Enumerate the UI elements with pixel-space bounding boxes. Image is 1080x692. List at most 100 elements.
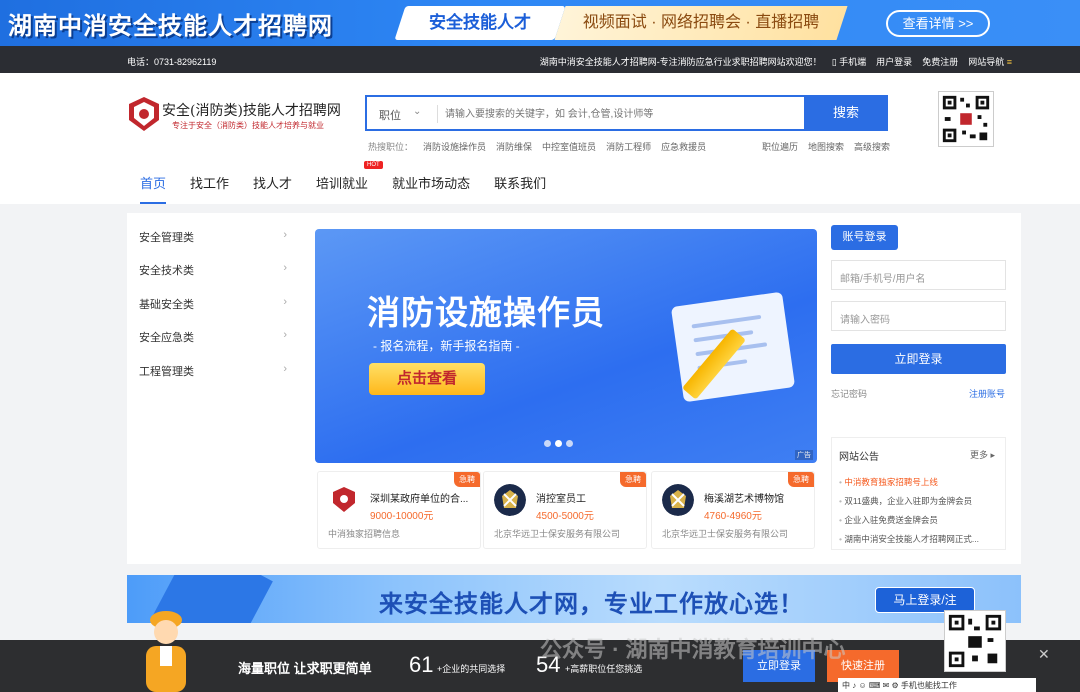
- quick-links: 职位遍历 地图搜索 高级搜索: [762, 140, 890, 153]
- free-register-link[interactable]: 免费注册: [922, 55, 958, 68]
- promo-banner-text: 来安全技能人才网，专业工作放心选！: [379, 591, 804, 618]
- carousel-headline: 消防设施操作员: [367, 294, 605, 331]
- job-title: 消控室员工: [536, 494, 586, 505]
- job-title: 深圳某政府单位的合...: [370, 494, 469, 505]
- search-category-select[interactable]: 职位: [379, 107, 401, 123]
- notice-title: 网站公告: [839, 452, 879, 463]
- category-item[interactable]: 安全应急类 ›: [139, 329, 287, 345]
- user-login-link[interactable]: 用户登录: [876, 55, 912, 68]
- carousel-dots[interactable]: [544, 440, 573, 447]
- hot-badge: HOT: [364, 161, 383, 169]
- watermark: 公众号 · 湖南中消教育培训中心: [540, 637, 846, 662]
- view-details-button[interactable]: 查看详情 >>: [886, 10, 990, 37]
- company-logo-icon: [662, 484, 694, 516]
- carousel-dot[interactable]: [566, 440, 573, 447]
- notice-more-link[interactable]: 更多 ▸: [970, 448, 995, 461]
- nav-market-news[interactable]: 就业市场动态: [392, 173, 470, 204]
- chevron-right-icon: ›: [283, 229, 287, 241]
- hot-job-link[interactable]: 消防维保: [496, 140, 532, 153]
- category-item[interactable]: 安全管理类 ›: [139, 229, 287, 245]
- category-item[interactable]: 安全技术类 ›: [139, 262, 287, 278]
- job-salary: 4760-4960元: [704, 511, 762, 522]
- category-item[interactable]: 基础安全类 ›: [139, 296, 287, 312]
- chevron-right-icon: ›: [283, 296, 287, 308]
- carousel-subtitle: - 报名流程，新手报名指南 -: [373, 339, 520, 353]
- job-title: 梅溪湖艺术博物馆: [704, 494, 784, 505]
- banner-pill-talent: 安全技能人才: [394, 6, 566, 40]
- qr-code-icon: [938, 91, 994, 147]
- login-button[interactable]: 立即登录: [831, 344, 1006, 374]
- notice-panel: 网站公告 更多 ▸ 中消教育独家招聘号上线 双11盛典，企业入驻即为金牌会员 企…: [831, 437, 1006, 550]
- job-salary: 9000-10000元: [370, 511, 434, 522]
- main-nav: 首页 找工作 找人才 培训就业 就业市场动态 联系我们: [140, 173, 546, 204]
- map-search-link[interactable]: 地图搜索: [808, 140, 844, 153]
- search-button[interactable]: 搜索: [804, 95, 888, 131]
- forgot-password-link[interactable]: 忘记密码: [831, 387, 867, 400]
- top-bar: 电话：0731-82962119 湖南中消安全技能人才招聘网-专注消防应急行业求…: [0, 46, 1080, 73]
- company-logo-icon: [494, 484, 526, 516]
- category-item[interactable]: 工程管理类 ›: [139, 363, 287, 379]
- hot-job-link[interactable]: 中控室值班员: [542, 140, 596, 153]
- advanced-search-link[interactable]: 高级搜索: [854, 140, 890, 153]
- account-login-tab[interactable]: 账号登录: [831, 225, 898, 250]
- job-company: 北京华远卫士保安服务有限公司: [494, 529, 621, 539]
- site-logo[interactable]: [128, 96, 160, 132]
- job-card[interactable]: 急聘 深圳某政府单位的合... 9000-10000元 中消独家招聘信息: [317, 471, 481, 549]
- nav-home[interactable]: 首页: [140, 173, 167, 204]
- job-salary: 4500-5000元: [536, 511, 594, 522]
- promo-banner[interactable]: 来安全技能人才网，专业工作放心选！ 马上登录/注: [127, 575, 1021, 623]
- ad-label: 广告: [795, 450, 813, 460]
- nav-find-talent[interactable]: 找人才: [253, 173, 292, 204]
- notice-item[interactable]: 湖南中消安全技能人才招聘网正式...: [839, 533, 999, 545]
- register-link[interactable]: 注册账号: [969, 387, 1005, 400]
- carousel-dot[interactable]: [555, 440, 562, 447]
- top-ad-banner[interactable]: 湖南中消安全技能人才招聘网 安全技能人才 视频面试 · 网络招聘会 · 直播招聘…: [0, 0, 1080, 46]
- search-bar: 职位 ⌄ 搜索: [365, 95, 888, 131]
- urgent-tag: 急聘: [788, 472, 814, 487]
- username-field[interactable]: 邮箱/手机号/用户名: [831, 260, 1006, 290]
- carousel-cta-button[interactable]: 点击查看: [369, 363, 485, 395]
- nav-contact[interactable]: 联系我们: [494, 173, 546, 204]
- site-nav-link[interactable]: 网站导航 ≡: [968, 55, 1012, 68]
- hero-carousel[interactable]: 消防设施操作员 - 报名流程，新手报名指南 - 点击查看 广告: [315, 229, 817, 463]
- hot-job-link[interactable]: 应急救援员: [661, 140, 706, 153]
- logo-title: 安全(消防类)技能人才招聘网: [162, 103, 341, 119]
- top-bar-links: 湖南中消安全技能人才招聘网-专注消防应急行业求职招聘网站欢迎您！ ▯ 手机端 用…: [540, 55, 1012, 68]
- footer-qr-code-icon: [944, 610, 1006, 672]
- notice-item[interactable]: 企业入驻免费送金牌会员: [839, 514, 999, 526]
- job-card[interactable]: 急聘 消控室员工 4500-5000元 北京华远卫士保安服务有限公司: [483, 471, 647, 549]
- nav-find-job[interactable]: 找工作: [190, 173, 229, 204]
- search-input[interactable]: [445, 104, 795, 124]
- enterprise-count-label: +企业的共同选择: [437, 664, 506, 674]
- notice-item[interactable]: 中消教育独家招聘号上线: [839, 476, 999, 488]
- enterprise-count: 61: [409, 652, 434, 677]
- chevron-right-icon: ›: [283, 262, 287, 274]
- phone-number: 电话：0731-82962119: [127, 57, 217, 67]
- job-card[interactable]: 急聘 梅溪湖艺术博物馆 4760-4960元 北京华远卫士保安服务有限公司: [651, 471, 815, 549]
- chevron-down-icon[interactable]: ⌄: [413, 106, 421, 117]
- notice-item[interactable]: 双11盛典，企业入驻即为金牌会员: [839, 495, 999, 507]
- urgent-tag: 急聘: [620, 472, 646, 487]
- job-company: 北京华远卫士保安服务有限公司: [662, 529, 789, 539]
- hot-job-link[interactable]: 消防设施操作员: [423, 140, 486, 153]
- phone-icon: ▯: [831, 57, 837, 67]
- welcome-text: 湖南中消安全技能人才招聘网-专注消防应急行业求职招聘网站欢迎您！: [539, 57, 822, 67]
- browse-jobs-link[interactable]: 职位遍历: [762, 140, 798, 153]
- banner-title: 湖南中消安全技能人才招聘网: [8, 11, 333, 40]
- logo-subtitle: 专注于安全（消防类）技能人才培养与就业: [172, 121, 324, 130]
- chevron-right-icon: ›: [283, 363, 287, 375]
- company-logo-icon: [328, 484, 360, 516]
- close-icon[interactable]: ✕: [1038, 646, 1050, 663]
- urgent-tag: 急聘: [454, 472, 480, 487]
- mobile-link[interactable]: ▯ 手机端: [832, 55, 866, 68]
- password-field[interactable]: 请输入密码: [831, 301, 1006, 331]
- nav-training[interactable]: 培训就业: [316, 173, 368, 204]
- footer-slogan: 海量职位 让求职更简单: [238, 661, 372, 676]
- menu-icon: ≡: [1006, 57, 1012, 67]
- job-company: 中消独家招聘信息: [328, 529, 401, 539]
- hot-jobs-label: 热搜职位：: [368, 142, 414, 152]
- hot-job-link[interactable]: 消防工程师: [606, 140, 651, 153]
- toolbar-strip: 中 ♪ ☺ ⌨ ✉ ⚙ 手机也能找工作: [838, 678, 1036, 692]
- hot-jobs: 热搜职位： 消防设施操作员 消防维保 中控室值班员 消防工程师 应急救援员: [368, 140, 706, 153]
- carousel-dot[interactable]: [544, 440, 551, 447]
